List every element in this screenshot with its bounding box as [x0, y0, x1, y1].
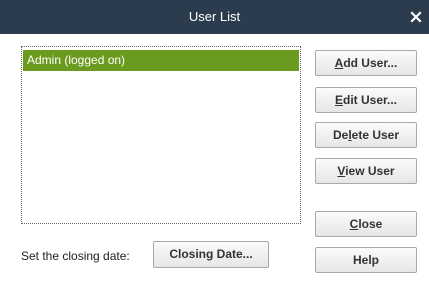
edit-user-button[interactable]: Edit User...	[315, 87, 417, 113]
user-listbox[interactable]: Admin (logged on)	[21, 46, 301, 224]
delete-user-button[interactable]: Delete User	[315, 122, 417, 148]
view-user-button[interactable]: View User	[315, 158, 417, 184]
close-icon[interactable]	[408, 9, 424, 25]
user-list-dialog: User List Admin (logged on) Add User... …	[0, 0, 429, 285]
title-bar: User List	[0, 0, 429, 34]
window-title: User List	[188, 9, 241, 24]
add-user-button[interactable]: Add User...	[315, 50, 417, 76]
closing-date-button[interactable]: Closing Date...	[153, 241, 269, 268]
close-button[interactable]: Close	[315, 211, 417, 237]
list-item[interactable]: Admin (logged on)	[23, 50, 299, 71]
closing-date-label: Set the closing date:	[21, 249, 130, 263]
help-button[interactable]: Help	[315, 247, 417, 273]
